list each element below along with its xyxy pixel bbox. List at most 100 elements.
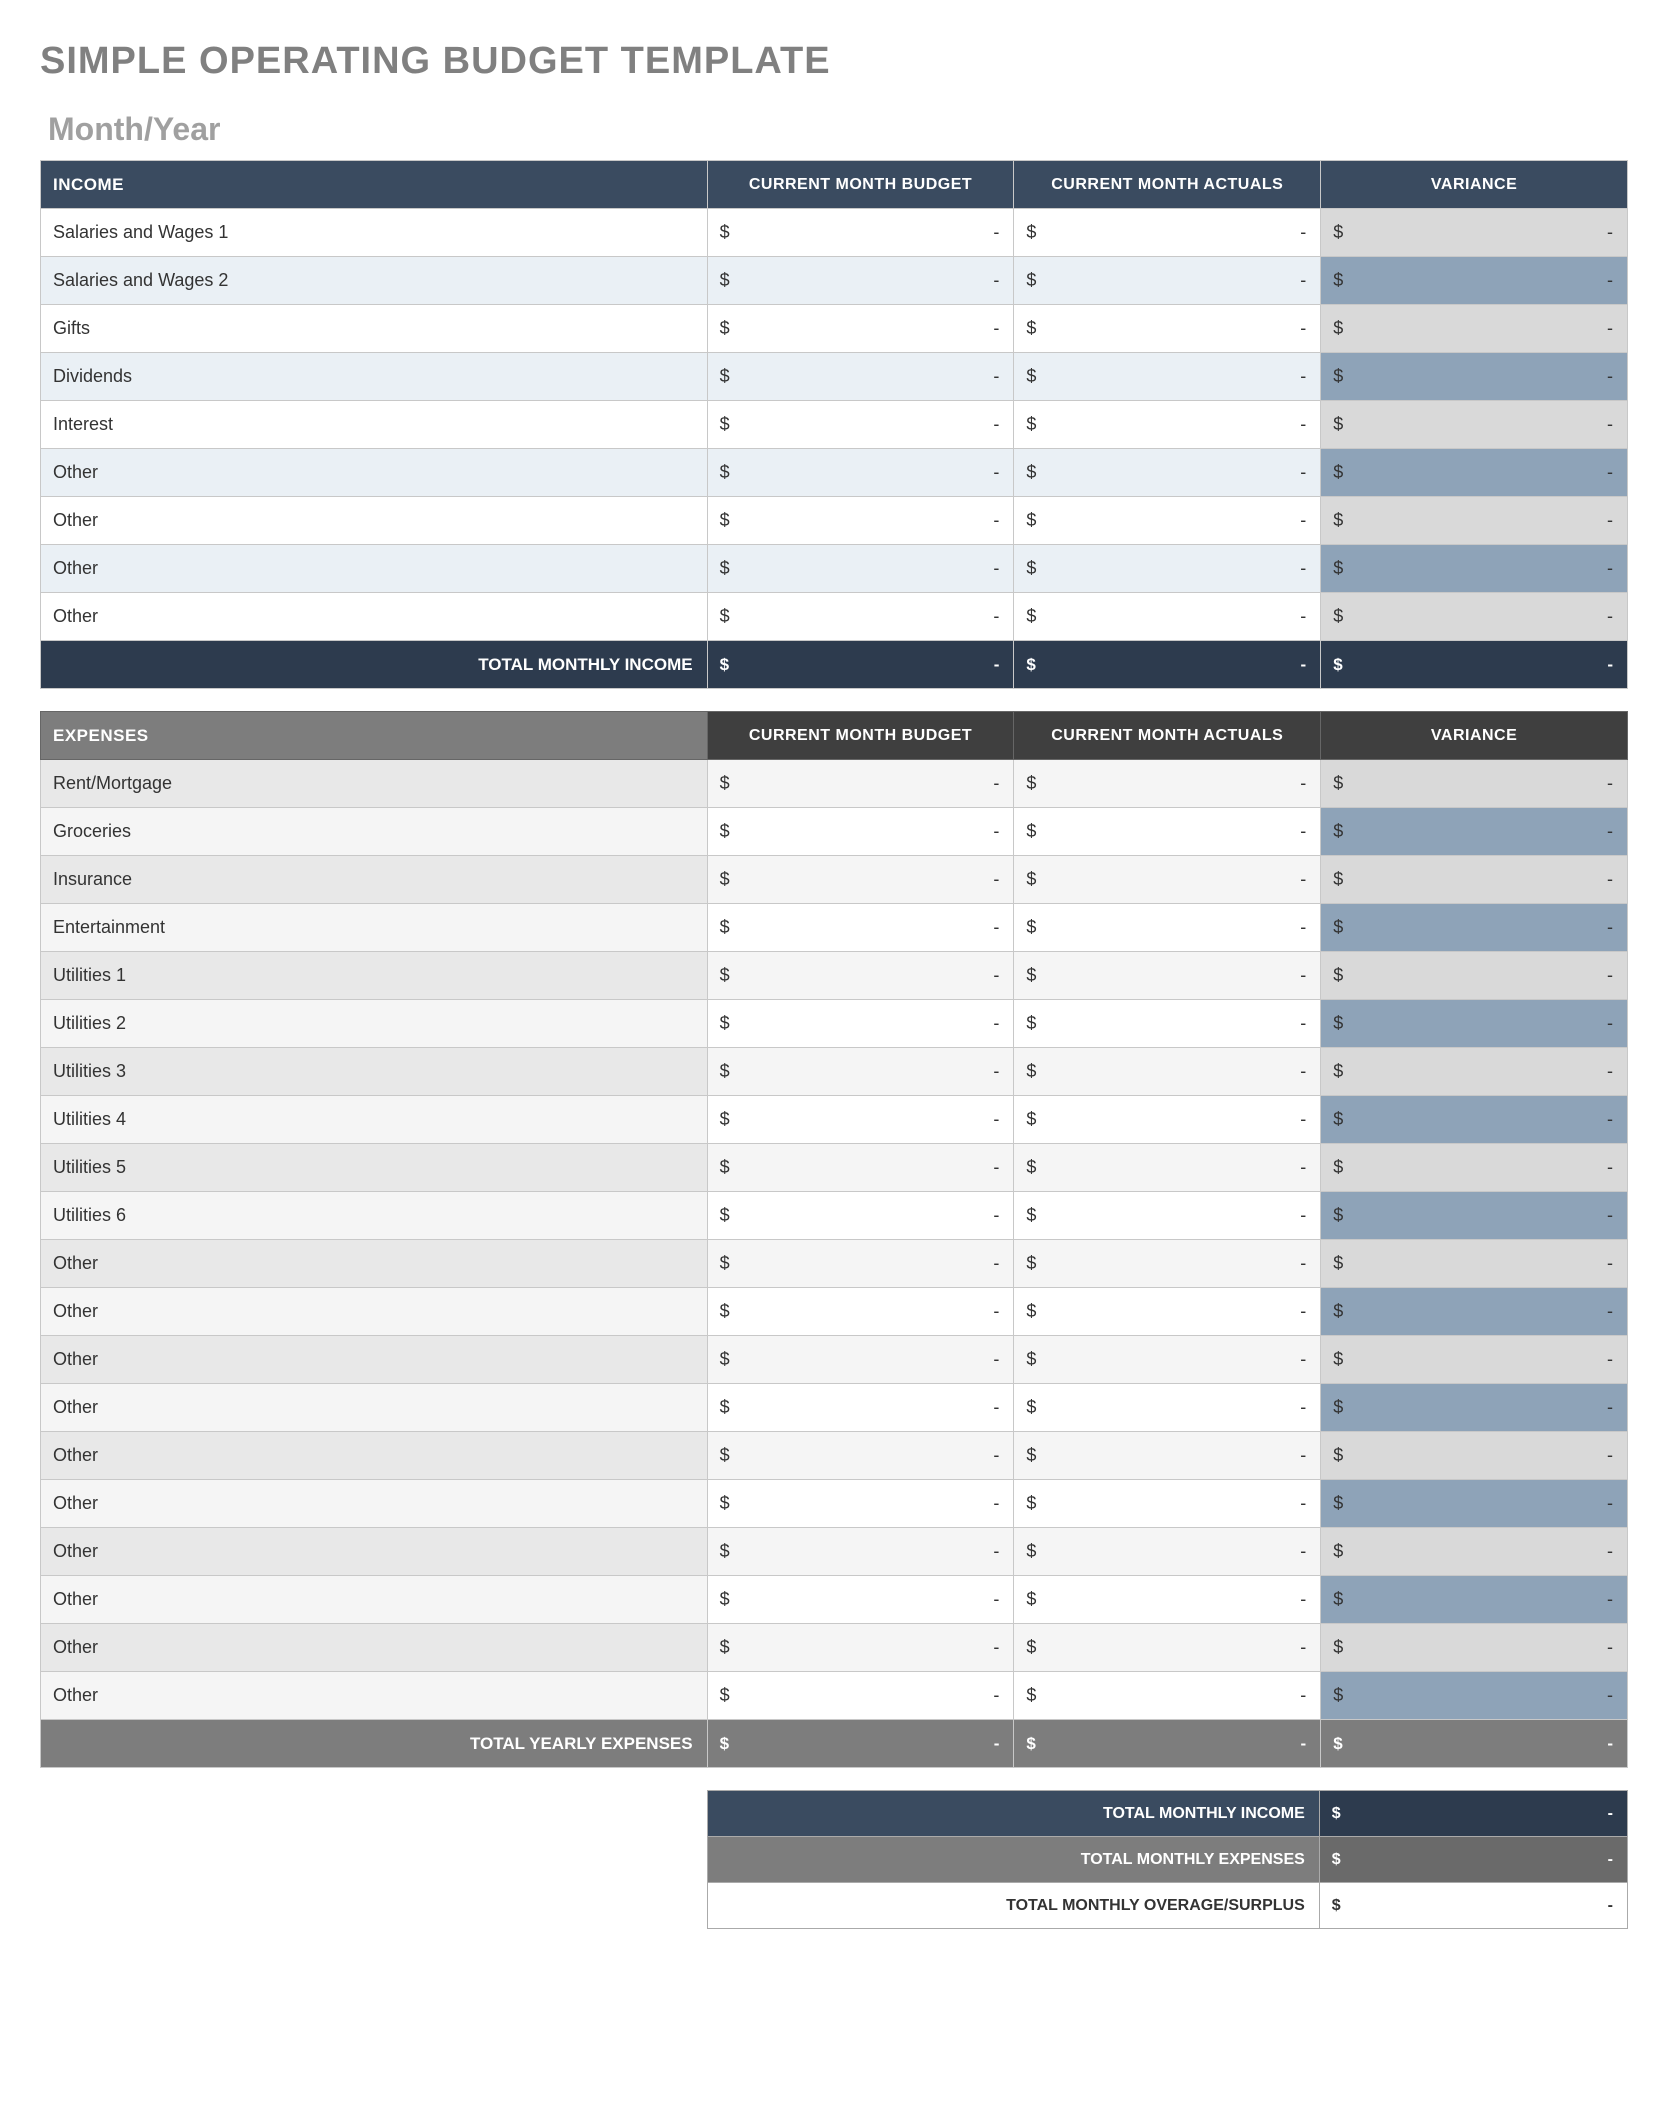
row-actuals[interactable]: $- [1014, 209, 1321, 257]
row-actuals[interactable]: $- [1014, 257, 1321, 305]
row-budget[interactable]: $- [707, 353, 1014, 401]
row-label[interactable]: Other [41, 545, 708, 593]
table-row: Interest$-$-$- [41, 401, 1628, 449]
row-actuals[interactable]: $- [1014, 952, 1321, 1000]
row-label[interactable]: Other [41, 1432, 708, 1480]
row-label[interactable]: Salaries and Wages 2 [41, 257, 708, 305]
row-actuals[interactable]: $- [1014, 1048, 1321, 1096]
row-budget[interactable]: $- [707, 1528, 1014, 1576]
row-actuals[interactable]: $- [1014, 305, 1321, 353]
row-budget[interactable]: $- [707, 1192, 1014, 1240]
row-actuals[interactable]: $- [1014, 1240, 1321, 1288]
row-actuals[interactable]: $- [1014, 760, 1321, 808]
row-actuals[interactable]: $- [1014, 593, 1321, 641]
row-budget[interactable]: $- [707, 257, 1014, 305]
row-actuals[interactable]: $- [1014, 1624, 1321, 1672]
row-budget[interactable]: $- [707, 904, 1014, 952]
row-actuals[interactable]: $- [1014, 904, 1321, 952]
row-budget[interactable]: $- [707, 449, 1014, 497]
row-label[interactable]: Groceries [41, 808, 708, 856]
row-label[interactable]: Utilities 3 [41, 1048, 708, 1096]
row-budget[interactable]: $- [707, 593, 1014, 641]
row-budget[interactable]: $- [707, 1480, 1014, 1528]
row-budget[interactable]: $- [707, 401, 1014, 449]
row-label[interactable]: Other [41, 1288, 708, 1336]
row-label[interactable]: Other [41, 1480, 708, 1528]
total-expenses-actuals: $- [1014, 1720, 1321, 1768]
row-actuals[interactable]: $- [1014, 401, 1321, 449]
row-actuals[interactable]: $- [1014, 1432, 1321, 1480]
expenses-table: EXPENSES CURRENT MONTH BUDGET CURRENT MO… [40, 711, 1628, 1768]
row-budget[interactable]: $- [707, 808, 1014, 856]
row-label[interactable]: Other [41, 593, 708, 641]
row-label[interactable]: Utilities 2 [41, 1000, 708, 1048]
row-label[interactable]: Utilities 1 [41, 952, 708, 1000]
row-budget[interactable]: $- [707, 305, 1014, 353]
row-budget[interactable]: $- [707, 545, 1014, 593]
row-label[interactable]: Gifts [41, 305, 708, 353]
row-budget[interactable]: $- [707, 1000, 1014, 1048]
row-actuals[interactable]: $- [1014, 1480, 1321, 1528]
summary-overage-label: TOTAL MONTHLY OVERAGE/SURPLUS [707, 1883, 1319, 1929]
row-actuals[interactable]: $- [1014, 449, 1321, 497]
row-actuals[interactable]: $- [1014, 808, 1321, 856]
row-budget[interactable]: $- [707, 1672, 1014, 1720]
row-actuals[interactable]: $- [1014, 1000, 1321, 1048]
row-budget[interactable]: $- [707, 1576, 1014, 1624]
row-label[interactable]: Other [41, 1240, 708, 1288]
row-label[interactable]: Salaries and Wages 1 [41, 209, 708, 257]
row-actuals[interactable]: $- [1014, 1672, 1321, 1720]
row-budget[interactable]: $- [707, 497, 1014, 545]
row-budget[interactable]: $- [707, 1336, 1014, 1384]
row-budget[interactable]: $- [707, 1432, 1014, 1480]
row-budget[interactable]: $- [707, 1096, 1014, 1144]
row-actuals[interactable]: $- [1014, 1528, 1321, 1576]
row-actuals[interactable]: $- [1014, 545, 1321, 593]
row-budget[interactable]: $- [707, 1288, 1014, 1336]
row-label[interactable]: Other [41, 1336, 708, 1384]
row-label[interactable]: Other [41, 1384, 708, 1432]
row-label[interactable]: Other [41, 1624, 708, 1672]
row-label[interactable]: Other [41, 449, 708, 497]
row-budget[interactable]: $- [707, 209, 1014, 257]
row-label[interactable]: Other [41, 497, 708, 545]
row-label[interactable]: Insurance [41, 856, 708, 904]
row-label[interactable]: Utilities 6 [41, 1192, 708, 1240]
row-variance: $- [1321, 1000, 1628, 1048]
row-label[interactable]: Dividends [41, 353, 708, 401]
row-budget[interactable]: $- [707, 952, 1014, 1000]
row-actuals[interactable]: $- [1014, 353, 1321, 401]
row-variance: $- [1321, 353, 1628, 401]
row-label[interactable]: Utilities 4 [41, 1096, 708, 1144]
row-label[interactable]: Entertainment [41, 904, 708, 952]
row-budget[interactable]: $- [707, 1624, 1014, 1672]
row-actuals[interactable]: $- [1014, 1192, 1321, 1240]
total-expenses-variance: $- [1321, 1720, 1628, 1768]
row-actuals[interactable]: $- [1014, 1336, 1321, 1384]
row-label[interactable]: Other [41, 1672, 708, 1720]
row-actuals[interactable]: $- [1014, 1288, 1321, 1336]
row-label[interactable]: Utilities 5 [41, 1144, 708, 1192]
row-budget[interactable]: $- [707, 1048, 1014, 1096]
table-row: Utilities 3$-$-$- [41, 1048, 1628, 1096]
row-actuals[interactable]: $- [1014, 1576, 1321, 1624]
row-variance: $- [1321, 760, 1628, 808]
total-expenses-label: TOTAL YEARLY EXPENSES [41, 1720, 708, 1768]
row-actuals[interactable]: $- [1014, 497, 1321, 545]
row-budget[interactable]: $- [707, 1384, 1014, 1432]
table-row: Other$-$-$- [41, 449, 1628, 497]
row-label[interactable]: Interest [41, 401, 708, 449]
row-label[interactable]: Rent/Mortgage [41, 760, 708, 808]
row-actuals[interactable]: $- [1014, 856, 1321, 904]
row-budget[interactable]: $- [707, 856, 1014, 904]
row-actuals[interactable]: $- [1014, 1384, 1321, 1432]
row-variance: $- [1321, 401, 1628, 449]
row-budget[interactable]: $- [707, 1144, 1014, 1192]
row-budget[interactable]: $- [707, 760, 1014, 808]
row-actuals[interactable]: $- [1014, 1096, 1321, 1144]
row-actuals[interactable]: $- [1014, 1144, 1321, 1192]
row-label[interactable]: Other [41, 1528, 708, 1576]
row-budget[interactable]: $- [707, 1240, 1014, 1288]
row-label[interactable]: Other [41, 1576, 708, 1624]
total-income-variance: $- [1321, 641, 1628, 689]
